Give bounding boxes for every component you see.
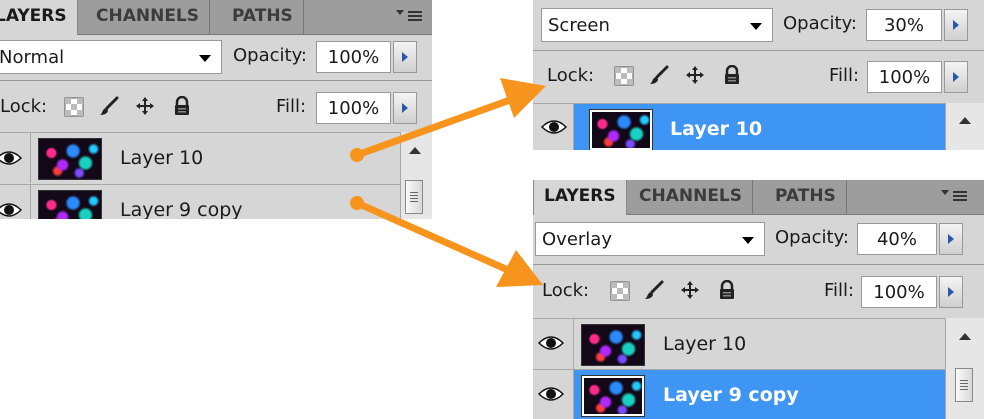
arrow-to-screen-panel xyxy=(350,78,546,162)
annotation-arrows xyxy=(350,78,546,287)
arrow-to-overlay-panel xyxy=(350,196,543,287)
